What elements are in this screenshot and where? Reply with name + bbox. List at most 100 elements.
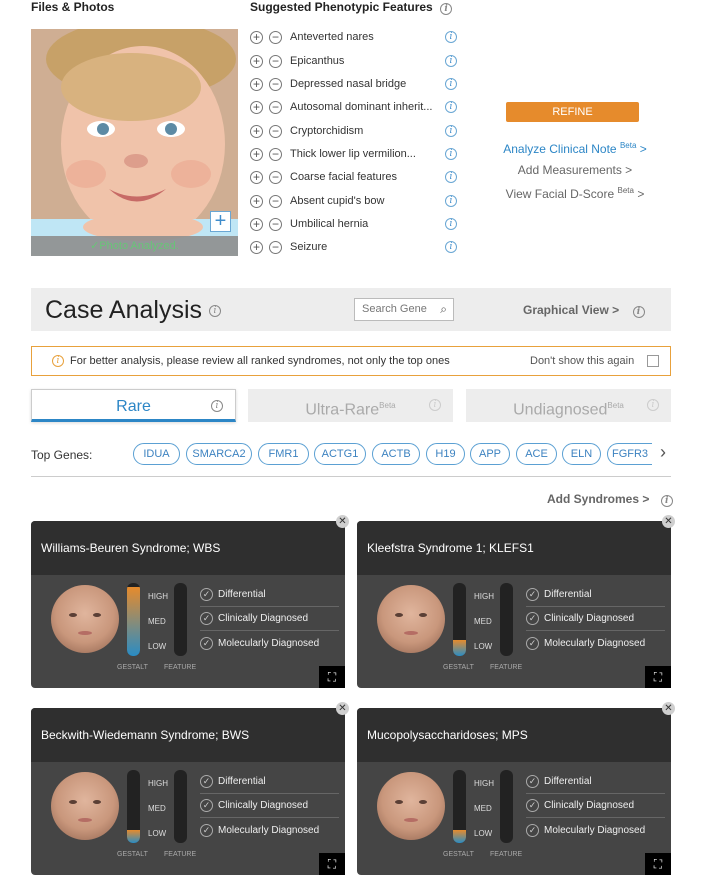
add-feature-plus-icon[interactable]: + (250, 30, 263, 44)
expand-icon[interactable]: ⛶ (645, 853, 671, 875)
feature-info-icon[interactable]: i (445, 218, 457, 230)
info-icon[interactable]: i (632, 306, 645, 318)
level-med-label: MED (474, 617, 492, 626)
add-feature-plus-icon[interactable]: + (250, 100, 263, 114)
add-feature-plus-icon[interactable]: + (250, 147, 263, 161)
syndrome-card[interactable]: Beckwith-Wiedemann Syndrome; BWS ✕ HIGH … (31, 702, 349, 875)
check-circle-icon: ✓ (526, 588, 539, 601)
differential-option[interactable]: ✓ Differential (526, 770, 665, 794)
tab-undiagnosed[interactable]: UndiagnosedBeta i (466, 389, 671, 422)
remove-feature-minus-icon[interactable]: − (269, 30, 282, 44)
remove-feature-minus-icon[interactable]: − (269, 100, 282, 114)
expand-icon[interactable]: ⛶ (319, 666, 345, 688)
top-genes-label: Top Genes: (31, 448, 93, 462)
add-feature-plus-icon[interactable]: + (250, 217, 263, 231)
clinically-diagnosed-option[interactable]: ✓ Clinically Diagnosed (526, 607, 665, 631)
close-icon[interactable]: ✕ (336, 702, 349, 715)
feature-label: Seizure (290, 241, 328, 253)
gene-chip[interactable]: ACE (516, 443, 557, 465)
view-facial-dscore-link[interactable]: View Facial D-Score Beta > (490, 186, 660, 201)
analyze-clinical-note-link[interactable]: Analyze Clinical Note Beta > (490, 141, 660, 156)
expand-icon[interactable]: ⛶ (645, 666, 671, 688)
gene-chip[interactable]: SMARCA2 (186, 443, 252, 465)
feature-info-icon[interactable]: i (445, 31, 457, 43)
patient-photo[interactable]: + ✓Photo Analyzed. (31, 29, 238, 256)
molecularly-diagnosed-option[interactable]: ✓ Molecularly Diagnosed (200, 631, 339, 655)
info-icon[interactable]: i (647, 399, 659, 411)
add-measurements-link[interactable]: Add Measurements > (490, 163, 660, 177)
feature-info-icon[interactable]: i (445, 171, 457, 183)
feature-info-icon[interactable]: i (445, 148, 457, 160)
search-gene-input[interactable]: Search Gene ⌕ (354, 298, 454, 321)
remove-feature-minus-icon[interactable]: − (269, 124, 282, 138)
differential-option[interactable]: ✓ Differential (200, 583, 339, 607)
add-feature-plus-icon[interactable]: + (250, 194, 263, 208)
info-icon[interactable]: i (429, 399, 441, 411)
close-icon[interactable]: ✕ (662, 515, 675, 528)
remove-feature-minus-icon[interactable]: − (269, 170, 282, 184)
tab-ultra-rare[interactable]: Ultra-RareBeta i (248, 389, 453, 422)
add-feature-plus-icon[interactable]: + (250, 77, 263, 91)
search-icon[interactable]: ⌕ (440, 299, 447, 320)
feature-info-icon[interactable]: i (445, 101, 457, 113)
gene-chip[interactable]: IDUA (133, 443, 180, 465)
feature-gauge (500, 770, 513, 843)
graphical-view-link[interactable]: Graphical View > i (523, 303, 645, 318)
syndrome-card[interactable]: Kleefstra Syndrome 1; KLEFS1 ✕ HIGH MED … (357, 515, 675, 688)
feature-info-icon[interactable]: i (445, 241, 457, 253)
remove-feature-minus-icon[interactable]: − (269, 147, 282, 161)
differential-option[interactable]: ✓ Differential (526, 583, 665, 607)
gene-chip[interactable]: FMR1 (258, 443, 309, 465)
chevron-right-icon[interactable]: › (660, 442, 666, 463)
add-feature-plus-icon[interactable]: + (250, 124, 263, 138)
add-syndromes-link[interactable]: Add Syndromes > i (547, 492, 673, 507)
remove-feature-minus-icon[interactable]: − (269, 217, 282, 231)
info-icon[interactable]: i (660, 495, 673, 507)
remove-feature-minus-icon[interactable]: − (269, 54, 282, 68)
add-photo-button[interactable]: + (210, 211, 231, 232)
feature-info-icon[interactable]: i (445, 55, 457, 67)
syndrome-card[interactable]: Mucopolysaccharidoses; MPS ✕ HIGH MED LO… (357, 702, 675, 875)
refine-button[interactable]: REFINE (506, 102, 639, 122)
analyze-clinical-note-label: Analyze Clinical Note (503, 142, 617, 156)
add-feature-plus-icon[interactable]: + (250, 54, 263, 68)
clinically-diagnosed-option[interactable]: ✓ Clinically Diagnosed (526, 794, 665, 818)
dont-show-checkbox[interactable] (647, 355, 659, 367)
gene-chip[interactable]: ELN (562, 443, 601, 465)
feature-info-icon[interactable]: i (445, 78, 457, 90)
close-icon[interactable]: ✕ (662, 702, 675, 715)
level-high-label: HIGH (148, 592, 168, 601)
molecularly-diagnosed-option[interactable]: ✓ Molecularly Diagnosed (200, 818, 339, 842)
add-feature-plus-icon[interactable]: + (250, 240, 263, 254)
syndrome-card[interactable]: Williams-Beuren Syndrome; WBS ✕ HIGH MED… (31, 515, 349, 688)
clinically-diagnosed-option[interactable]: ✓ Clinically Diagnosed (200, 607, 339, 631)
info-icon[interactable]: i (208, 305, 221, 318)
tab-ultra-rare-label: Ultra-Rare (305, 401, 380, 419)
remove-feature-minus-icon[interactable]: − (269, 77, 282, 91)
feature-row: + − Anteverted nares i (250, 27, 457, 47)
gene-chip[interactable]: APP (470, 443, 510, 465)
gestalt-gauge-fill (127, 829, 140, 843)
remove-feature-minus-icon[interactable]: − (269, 194, 282, 208)
feature-info-icon[interactable]: i (445, 195, 457, 207)
dont-show-label: Don't show this again (530, 355, 635, 367)
expand-icon[interactable]: ⛶ (319, 853, 345, 875)
clinically-diagnosed-option[interactable]: ✓ Clinically Diagnosed (200, 794, 339, 818)
feature-info-icon[interactable]: i (445, 125, 457, 137)
tab-rare[interactable]: Rare i (31, 389, 236, 422)
differential-option[interactable]: ✓ Differential (200, 770, 339, 794)
feature-row: + − Cryptorchidism i (250, 121, 457, 141)
check-circle-icon: ✓ (200, 823, 213, 837)
remove-feature-minus-icon[interactable]: − (269, 240, 282, 254)
close-icon[interactable]: ✕ (336, 515, 349, 528)
molecularly-diagnosed-option[interactable]: ✓ Molecularly Diagnosed (526, 818, 665, 842)
molecularly-diagnosed-option[interactable]: ✓ Molecularly Diagnosed (526, 631, 665, 655)
gene-chip[interactable]: FGFR3 (607, 443, 652, 465)
gene-chip[interactable]: ACTG1 (314, 443, 366, 465)
info-icon[interactable]: i (440, 3, 453, 15)
gene-chip[interactable]: ACTB (372, 443, 420, 465)
info-icon[interactable]: i (211, 400, 223, 412)
gene-chip[interactable]: H19 (426, 443, 465, 465)
add-feature-plus-icon[interactable]: + (250, 170, 263, 184)
molecularly-diagnosed-label: Molecularly Diagnosed (544, 824, 646, 836)
